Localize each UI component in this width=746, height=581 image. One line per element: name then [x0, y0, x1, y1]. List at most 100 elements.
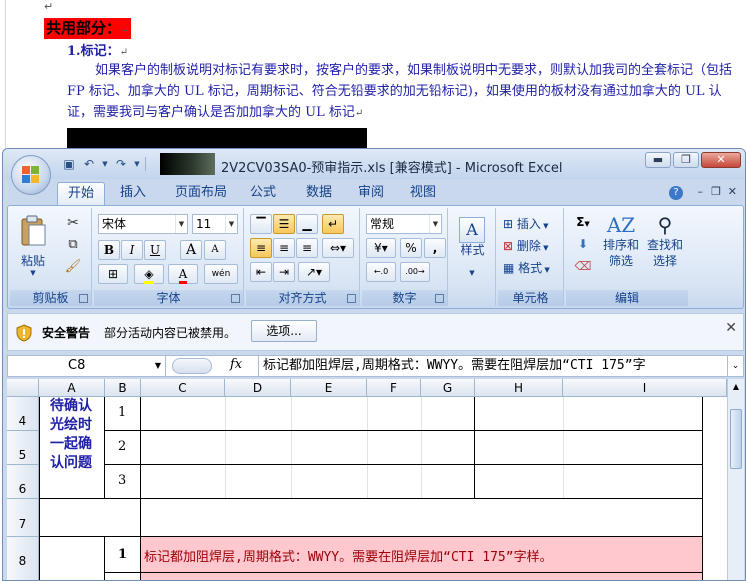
column-header-i[interactable]: I: [563, 379, 727, 397]
office-button[interactable]: [11, 155, 51, 195]
column-header-f[interactable]: F: [367, 379, 421, 397]
cell-b4[interactable]: 1: [105, 397, 141, 431]
format-painter-icon[interactable]: 🖌: [62, 258, 84, 278]
increase-indent-icon[interactable]: ⇥: [273, 262, 295, 282]
align-bottom-icon[interactable]: ▁: [296, 214, 318, 234]
font-size-select[interactable]: 11 ▼: [192, 214, 238, 234]
insert-cells-button[interactable]: ⊞ 插入 ▼: [502, 214, 560, 234]
row-header-8[interactable]: 8: [7, 537, 39, 580]
select-all-corner[interactable]: [7, 379, 39, 397]
phonetic-button[interactable]: wén: [204, 264, 238, 284]
cell-b8[interactable]: 1: [105, 537, 141, 573]
row-header-6[interactable]: 6: [7, 465, 39, 499]
cell-h4[interactable]: [475, 397, 703, 431]
percent-button[interactable]: %: [400, 238, 422, 258]
formula-input[interactable]: 标记都加阻焊层,周期格式：WWYY。需要在阻焊层加“CTI 175”字: [258, 356, 724, 376]
sort-filter-button[interactable]: AZ 排序和 筛选: [600, 212, 642, 284]
help-icon[interactable]: ?: [669, 186, 683, 200]
name-box[interactable]: C8 ▼: [8, 356, 166, 376]
tab-review[interactable]: 审阅: [351, 182, 391, 205]
redo-dropdown-icon[interactable]: ▼: [133, 156, 141, 172]
cell-b9[interactable]: [105, 573, 141, 580]
cell-a7[interactable]: [39, 499, 141, 537]
vertical-scrollbar[interactable]: ▲: [727, 379, 744, 580]
undo-dropdown-icon[interactable]: ▼: [101, 156, 109, 172]
cell-b6[interactable]: 3: [105, 465, 141, 499]
row-header-5[interactable]: 5: [7, 431, 39, 465]
doc-heading[interactable]: 共用部分：↵: [44, 18, 132, 39]
alignment-launcher-icon[interactable]: [347, 294, 356, 303]
find-select-button[interactable]: ⚲ 查找和 选择: [644, 212, 686, 284]
column-header-d[interactable]: D: [225, 379, 291, 397]
cell-c6[interactable]: [141, 465, 475, 499]
cell-c7[interactable]: [141, 499, 703, 537]
minimize-button[interactable]: ▬: [645, 152, 671, 168]
cell-b5[interactable]: 2: [105, 431, 141, 465]
decrease-indent-icon[interactable]: ⇤: [250, 262, 272, 282]
shrink-font-button[interactable]: A: [204, 240, 226, 260]
font-color-button[interactable]: A: [168, 264, 198, 284]
column-header-g[interactable]: G: [421, 379, 475, 397]
column-header-h[interactable]: H: [475, 379, 563, 397]
align-left-icon[interactable]: ≡: [250, 238, 272, 258]
align-middle-icon[interactable]: ☰: [273, 214, 295, 234]
tab-insert[interactable]: 插入: [111, 182, 155, 205]
delete-cells-button[interactable]: ⊠ 删除 ▼: [502, 236, 560, 256]
cell-a4-merged[interactable]: 待确认光绘时一起确认问题: [39, 397, 105, 499]
merge-center-icon[interactable]: ⇔▾: [322, 238, 354, 258]
autosum-button[interactable]: Σ▼: [570, 214, 596, 234]
formula-cancel-enter-area[interactable]: [172, 358, 212, 374]
copy-icon[interactable]: ⧉: [62, 236, 84, 256]
fill-color-icon[interactable]: ◈: [134, 264, 164, 284]
row-header-4[interactable]: 4: [7, 397, 39, 431]
tab-view[interactable]: 视图: [403, 182, 443, 205]
column-header-b[interactable]: B: [105, 379, 141, 397]
undo-icon[interactable]: ↶: [81, 156, 97, 172]
align-top-icon[interactable]: ▔: [250, 214, 272, 234]
currency-icon[interactable]: ¥▾: [366, 238, 396, 258]
column-header-e[interactable]: E: [291, 379, 367, 397]
restore-button[interactable]: ❐: [673, 152, 699, 168]
italic-button[interactable]: I: [121, 240, 143, 260]
security-options-button[interactable]: 选项...: [251, 320, 317, 342]
paste-button[interactable]: 粘贴 ▼: [14, 212, 52, 282]
tab-data[interactable]: 数据: [299, 182, 339, 205]
align-center-icon[interactable]: ≡: [273, 238, 295, 258]
close-icon[interactable]: ✕: [725, 320, 737, 336]
row-header-7[interactable]: 7: [7, 499, 39, 537]
save-icon[interactable]: ▣: [61, 156, 77, 172]
cell-c8-selected[interactable]: 标记都加阻焊层,周期格式：WWYY。需要在阻焊层加“CTI 175”字样。: [141, 537, 703, 573]
clipboard-launcher-icon[interactable]: [79, 294, 88, 303]
comma-button[interactable]: ,: [424, 238, 446, 258]
column-header-c[interactable]: C: [141, 379, 225, 397]
insert-function-button[interactable]: fx: [230, 357, 242, 372]
redo-icon[interactable]: ↷: [113, 156, 129, 172]
tab-formulas[interactable]: 公式: [243, 182, 283, 205]
scroll-up-icon[interactable]: ▲: [728, 379, 744, 395]
workbook-close-icon[interactable]: ✕: [728, 185, 737, 198]
cell-c4[interactable]: [141, 397, 475, 431]
expand-formula-bar-icon[interactable]: ⌄: [727, 356, 743, 376]
tab-home[interactable]: 开始: [57, 182, 105, 205]
cell-h5[interactable]: [475, 431, 703, 465]
cut-icon[interactable]: ✂: [62, 214, 84, 234]
font-name-select[interactable]: 宋体 ▼: [98, 214, 188, 234]
tab-page-layout[interactable]: 页面布局: [167, 182, 235, 205]
cell-c5[interactable]: [141, 431, 475, 465]
ribbon-restore-icon[interactable]: ❐: [711, 185, 721, 198]
border-icon[interactable]: ⊞: [98, 264, 128, 284]
column-header-a[interactable]: A: [39, 379, 105, 397]
close-button[interactable]: ✕: [701, 152, 741, 168]
font-launcher-icon[interactable]: [231, 294, 240, 303]
align-right-icon[interactable]: ≡: [296, 238, 318, 258]
ribbon-minimize-icon[interactable]: –: [698, 185, 704, 198]
grow-font-button[interactable]: A: [180, 240, 202, 260]
increase-decimal-icon[interactable]: ←.0: [366, 262, 396, 282]
clear-icon[interactable]: ⌫: [570, 258, 596, 278]
cell-c9[interactable]: [141, 573, 703, 580]
number-format-select[interactable]: 常规 ▼: [366, 214, 442, 234]
wrap-text-icon[interactable]: ↵: [322, 214, 344, 234]
orientation-icon[interactable]: ↗▾: [298, 262, 330, 282]
underline-button[interactable]: U: [144, 240, 166, 260]
cell-a8[interactable]: [39, 537, 105, 580]
